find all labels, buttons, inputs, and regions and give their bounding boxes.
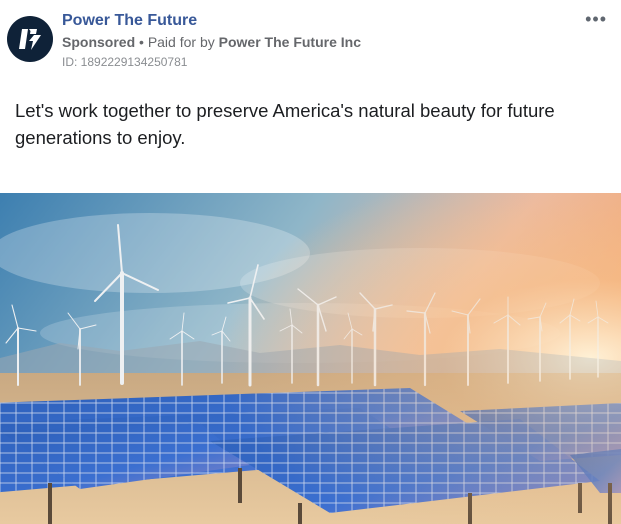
page-name-link[interactable]: Power The Future: [62, 12, 197, 30]
ad-image[interactable]: [0, 193, 621, 524]
ad-id: ID: 1892229134250781: [62, 55, 188, 69]
wind-solar-farm-image: [0, 193, 621, 524]
sponsor-line: Sponsored • Paid for by Power The Future…: [62, 34, 361, 50]
page-avatar[interactable]: [7, 16, 53, 62]
separator-dot: •: [139, 34, 144, 50]
power-the-future-logo-icon: [19, 29, 41, 50]
post-text: Let's work together to preserve America'…: [15, 100, 555, 148]
paid-for-by-link[interactable]: Power The Future Inc: [219, 34, 361, 50]
paid-for-prefix: Paid for by: [147, 34, 215, 50]
post-header: Power The Future Sponsored • Paid for by…: [0, 0, 621, 80]
sponsored-label: Sponsored: [62, 34, 136, 50]
ellipsis-icon[interactable]: •••: [585, 10, 607, 28]
